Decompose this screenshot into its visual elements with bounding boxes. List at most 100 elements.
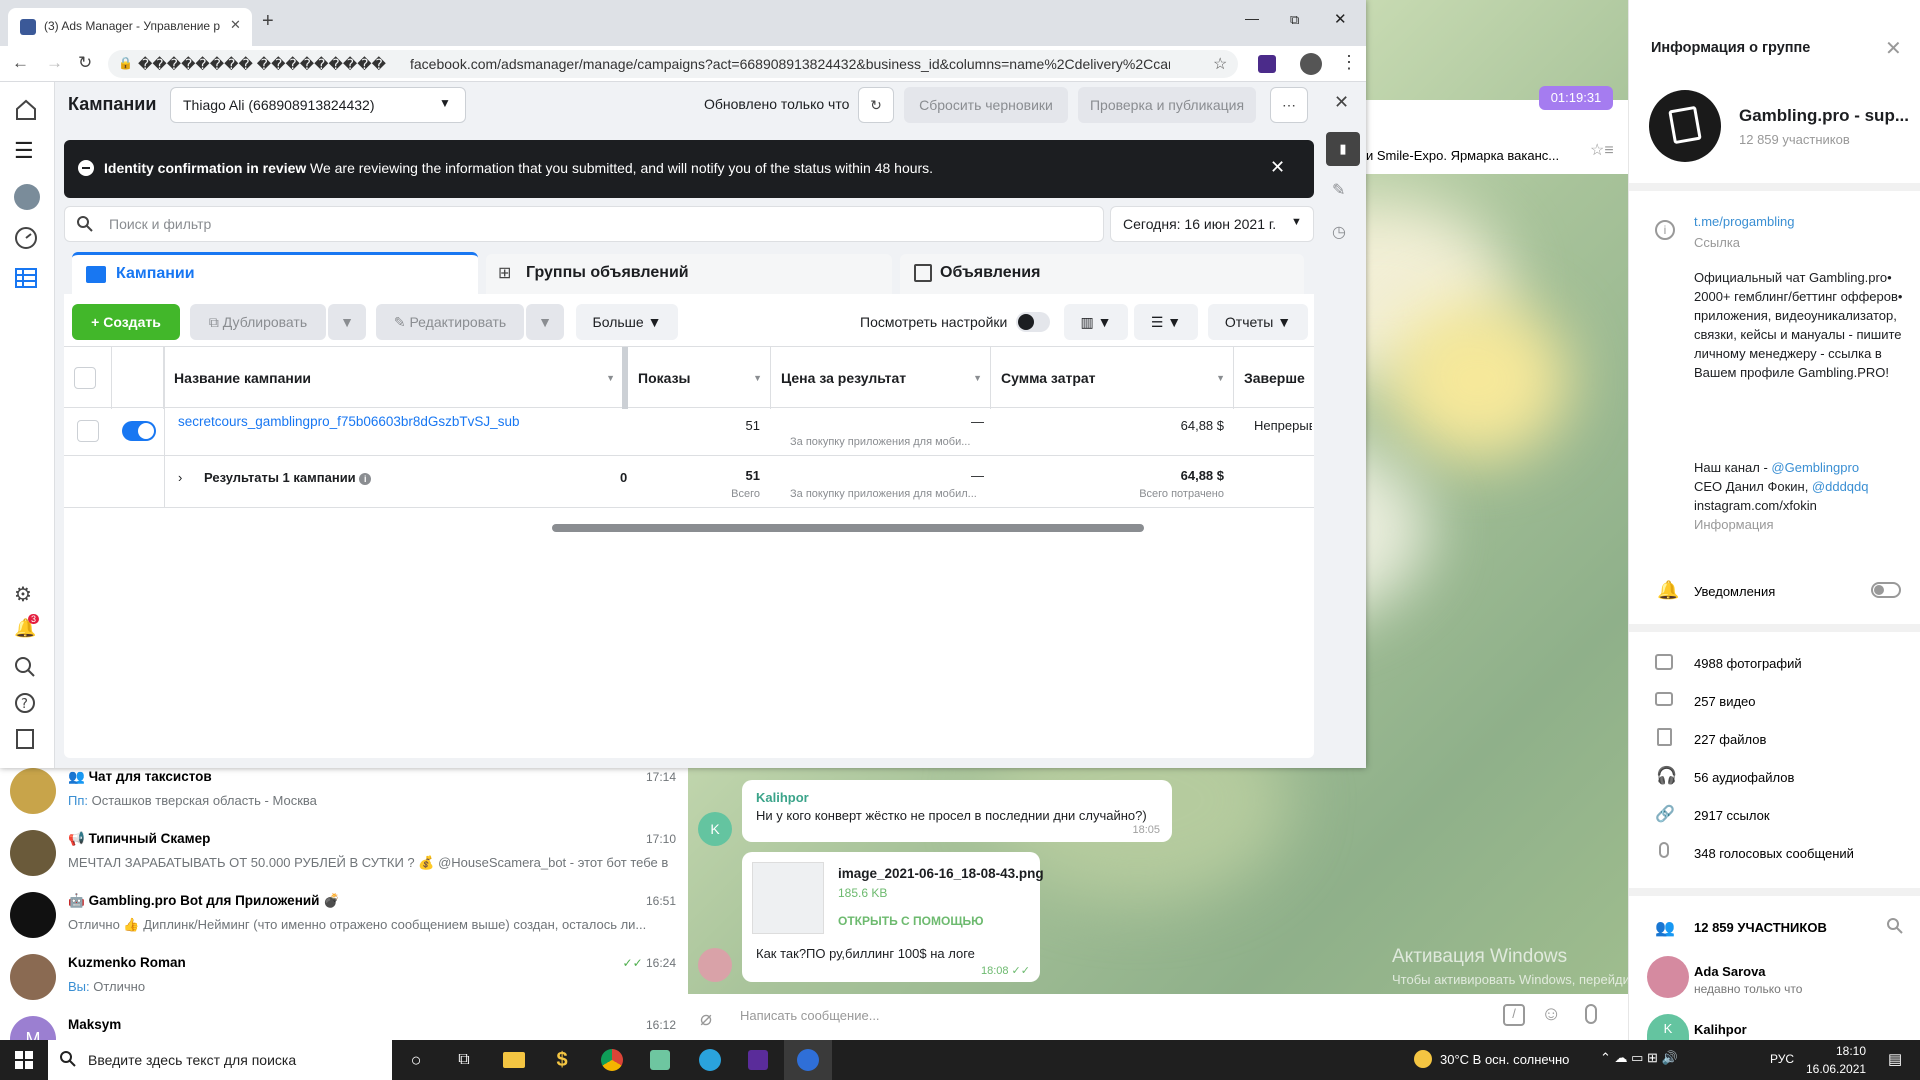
restore-icon[interactable]: ⧉ <box>1290 12 1299 28</box>
refresh-button[interactable]: ↻ <box>858 87 894 123</box>
close-icon[interactable]: ✕ <box>1334 92 1349 113</box>
list-item[interactable]: Kuzmenko Roman ✓✓ 16:24 Вы: Отлично <box>0 946 688 1008</box>
sort-icon[interactable]: ▼ <box>753 373 762 383</box>
history-clock-icon[interactable]: ◷ <box>1332 222 1346 242</box>
notification-center-icon[interactable]: ▤ <box>1888 1050 1902 1068</box>
member-name[interactable]: Kalihpor <box>1694 1022 1747 1037</box>
col-cost-per-result[interactable]: Цена за результат ▼ <box>771 347 991 409</box>
telegram-icon[interactable] <box>686 1040 734 1080</box>
dashboard-icon[interactable] <box>14 226 40 252</box>
search-filter-bar[interactable]: Поиск и фильтр <box>64 206 1104 242</box>
sort-icon[interactable]: ▼ <box>606 373 615 383</box>
close-tab-icon[interactable]: ✕ <box>230 17 241 33</box>
edit-button[interactable]: ✎ Редактировать <box>376 304 524 340</box>
message-author[interactable]: Kalihpor <box>756 790 809 805</box>
review-publish-button[interactable]: Проверка и публикация <box>1078 87 1256 123</box>
campaign-toggle[interactable] <box>122 421 156 441</box>
edit-dropdown-button[interactable]: ▼ <box>526 304 564 340</box>
clock-time[interactable]: 18:10 <box>1836 1044 1866 1058</box>
new-tab-icon[interactable]: + <box>262 10 274 33</box>
chrome-icon[interactable] <box>588 1040 636 1080</box>
avatar[interactable]: K <box>1647 1014 1689 1040</box>
avatar[interactable] <box>1647 956 1689 998</box>
message-avatar[interactable]: K <box>698 812 732 846</box>
hamburger-menu-icon[interactable]: ☰ <box>14 138 40 164</box>
address-bar[interactable]: 🔒 �������� ��������� facebook.com/adsman… <box>108 50 1238 78</box>
help-icon[interactable]: ? <box>14 692 40 718</box>
file-message-bubble[interactable]: image_2021-06-16_18-08-43.png 185.6 KB О… <box>742 852 1044 982</box>
message-avatar[interactable] <box>698 948 732 982</box>
media-files[interactable]: 227 файлов <box>1694 732 1766 747</box>
extension-icon[interactable] <box>1258 55 1276 73</box>
message-bubble[interactable]: Kalihpor Ни у кого конверт жёстко не про… <box>742 780 1172 842</box>
col-end[interactable]: Заверше <box>1234 347 1314 409</box>
breakdown-button[interactable]: ☰ ▼ <box>1134 304 1198 340</box>
col-amount-spent[interactable]: Сумма затрат ▼ <box>991 347 1234 409</box>
task-view-icon[interactable]: ⧉ <box>440 1040 488 1080</box>
list-item[interactable]: M Maksym 16:12 <box>0 1008 688 1040</box>
browser-tab[interactable]: (3) Ads Manager - Управление р ✕ <box>8 8 252 46</box>
file-name[interactable]: image_2021-06-16_18-08-43.png <box>838 866 1044 881</box>
browser-app-icon[interactable] <box>784 1040 832 1080</box>
cortana-icon[interactable]: ○ <box>392 1040 440 1080</box>
minimize-icon[interactable]: — <box>1245 10 1259 26</box>
windows-start-icon[interactable] <box>0 1040 48 1080</box>
spreadsheet-app-icon[interactable] <box>636 1040 684 1080</box>
notifications-toggle[interactable] <box>1871 582 1901 598</box>
reload-icon[interactable]: ↻ <box>78 53 92 73</box>
horizontal-scrollbar[interactable] <box>552 524 1144 532</box>
back-icon[interactable]: ← <box>12 53 29 73</box>
close-icon[interactable]: ✕ <box>1885 36 1902 61</box>
purple-app-icon[interactable] <box>734 1040 782 1080</box>
edit-pencil-icon[interactable]: ✎ <box>1332 180 1345 200</box>
list-item[interactable]: 📢 Типичный Скамер 17:10 МЕЧТАЛ ЗАРАБАТЫВ… <box>0 822 688 884</box>
search-icon[interactable] <box>1887 918 1903 934</box>
tray-icons[interactable]: ⌃ ☁ ▭ ⊞ 🔊 <box>1600 1050 1678 1066</box>
list-item[interactable]: 🤖 Gambling.pro Bot для Приложений 💣 16:5… <box>0 884 688 946</box>
report-icon[interactable] <box>14 728 40 754</box>
group-avatar[interactable] <box>1649 90 1721 162</box>
dollar-app-icon[interactable]: $ <box>538 1040 586 1080</box>
pin-list-icon[interactable]: ☆≡ <box>1590 140 1614 160</box>
more-button[interactable]: Больше ▼ <box>576 304 678 340</box>
media-videos[interactable]: 257 видео <box>1694 694 1756 709</box>
avatar[interactable] <box>14 184 40 210</box>
duplicate-button[interactable]: ⧉ Дублировать <box>190 304 326 340</box>
language-indicator[interactable]: РУС <box>1770 1052 1794 1066</box>
media-voice[interactable]: 348 голосовых сообщений <box>1694 846 1854 861</box>
row-checkbox[interactable] <box>77 420 99 442</box>
col-campaign-name[interactable]: Название кампании ▼ <box>164 347 626 409</box>
microphone-icon[interactable] <box>1585 1004 1597 1024</box>
member-name[interactable]: Ada Sarova <box>1694 964 1766 979</box>
date-picker[interactable]: Сегодня: 16 июн 2021 г. ▼ <box>1110 206 1314 242</box>
weather-icon[interactable] <box>1414 1050 1432 1068</box>
open-with-link[interactable]: ОТКРЫТЬ С ПОМОЩЬЮ <box>838 914 984 928</box>
file-explorer-icon[interactable] <box>490 1040 538 1080</box>
more-options-button[interactable]: ⋯ <box>1270 87 1308 123</box>
account-selector[interactable]: Thiago Ali (668908913824432) ▼ <box>170 87 466 123</box>
home-icon[interactable] <box>14 98 40 124</box>
info-icon[interactable]: i <box>359 473 372 485</box>
media-photos[interactable]: 4988 фотографий <box>1694 656 1802 671</box>
tab-campaigns[interactable]: Кампании <box>72 252 478 294</box>
media-links[interactable]: 2917 ссылок <box>1694 808 1770 823</box>
campaigns-table-icon[interactable] <box>14 266 40 292</box>
close-window-icon[interactable]: ✕ <box>1334 10 1347 28</box>
list-item[interactable]: 👥 Чат для таксистов 17:14 Пп: Осташков т… <box>0 760 688 822</box>
bell-icon[interactable]: 🔔 3 <box>14 614 40 644</box>
search-icon[interactable] <box>14 656 40 682</box>
close-icon[interactable]: ✕ <box>1270 157 1285 178</box>
profile-icon[interactable] <box>1300 53 1322 75</box>
columns-button[interactable]: ▥ ▼ <box>1064 304 1128 340</box>
discard-drafts-button[interactable]: Сбросить черновики <box>904 87 1068 123</box>
attach-icon[interactable]: ⌀ <box>700 1006 712 1031</box>
select-all-checkbox[interactable] <box>74 367 96 389</box>
create-button[interactable]: + Создать <box>72 304 180 340</box>
message-input[interactable]: Написать сообщение... <box>740 1008 880 1023</box>
view-settings-toggle[interactable] <box>1016 312 1050 332</box>
tab-ads[interactable]: Объявления <box>900 254 1304 294</box>
ceo-link[interactable]: @dddqdq <box>1812 479 1869 494</box>
sort-icon[interactable]: ▼ <box>973 373 982 383</box>
group-link[interactable]: t.me/progambling <box>1694 214 1794 229</box>
tg-pinned-bar[interactable]: 01:19:31 и Smile-Expo. Ярмарка ваканс...… <box>1366 86 1628 174</box>
